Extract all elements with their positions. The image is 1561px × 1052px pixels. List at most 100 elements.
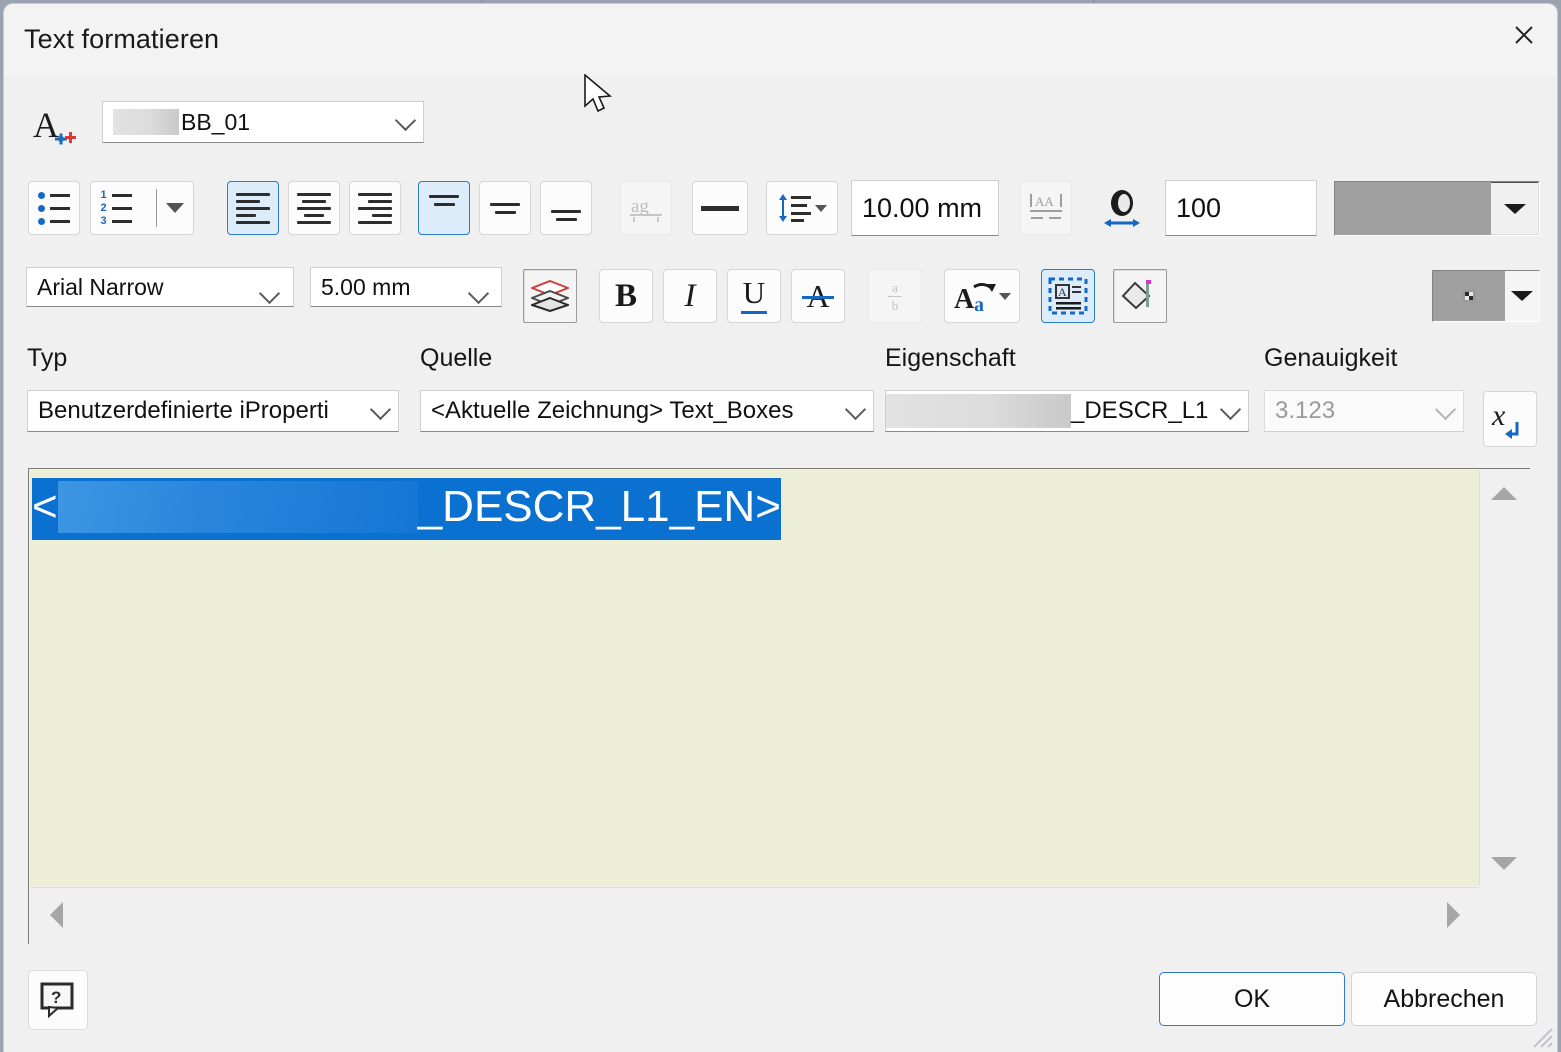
fill-color-button[interactable] (1113, 269, 1167, 323)
italic-label: I (684, 277, 696, 314)
numbered-list-button[interactable]: 1 2 3 (90, 181, 194, 235)
stack-layers-button[interactable] (523, 269, 577, 323)
scroll-right-arrow-icon[interactable] (1435, 888, 1471, 942)
change-case-icon: A a (954, 283, 996, 314)
baseline-icon: ag (630, 196, 662, 222)
fraction-bar-icon (888, 295, 902, 297)
change-case-button[interactable]: A a (944, 269, 1020, 323)
chevron-down-icon (844, 398, 867, 421)
svg-text:ag: ag (631, 196, 649, 217)
redacted-text (57, 481, 418, 533)
align-left-button[interactable] (227, 181, 279, 235)
quelle-label: Quelle (420, 344, 493, 372)
scroll-down-arrow-icon[interactable] (1480, 848, 1528, 878)
cancel-button[interactable]: Abbrechen (1351, 972, 1537, 1026)
text-stretch-button[interactable] (1096, 181, 1148, 235)
align-center-icon (297, 192, 331, 224)
character-spacing-button: AA (1020, 181, 1072, 235)
align-middle-button[interactable] (479, 181, 531, 235)
line-spacing-value-input[interactable]: 10.00 mm (851, 180, 999, 236)
bullet-list-button[interactable] (28, 181, 80, 235)
bold-label: B (614, 277, 637, 314)
typ-combo[interactable]: Benutzerdefinierte iProperti (27, 390, 399, 432)
page-title: Text formatieren (24, 24, 220, 54)
toolbar-divider (156, 189, 157, 227)
mouse-cursor (584, 74, 612, 113)
selected-text-token[interactable]: < _DESCR_L1_EN> (32, 478, 781, 540)
chevron-down-icon (394, 109, 417, 132)
text-style-icon: A (30, 102, 82, 150)
ok-button[interactable]: OK (1159, 972, 1345, 1026)
align-top-icon (429, 195, 459, 206)
help-button[interactable]: ? (28, 970, 88, 1030)
horizontal-line-icon (701, 205, 739, 211)
chevron-down-icon[interactable] (166, 203, 184, 213)
align-top-button[interactable] (418, 181, 470, 235)
text-stretch-input[interactable]: 100 (1165, 180, 1317, 236)
genauigkeit-value: 3.123 (1275, 397, 1336, 424)
svg-text:A: A (954, 284, 975, 314)
underline-button[interactable]: U (727, 269, 781, 323)
close-icon[interactable] (1491, 4, 1557, 66)
text-frame-button[interactable]: A (1041, 269, 1095, 323)
strikethrough-button[interactable]: A (791, 269, 845, 323)
insert-parameter-button[interactable]: x (1483, 391, 1537, 447)
character-spacing-icon: AA (1030, 194, 1062, 219)
fraction-button: a b (868, 269, 922, 323)
underline-label: U (742, 275, 766, 310)
pattern-swatch (1433, 271, 1505, 321)
chevron-down-icon[interactable] (998, 292, 1011, 300)
token-suffix: _DESCR_L1_EN> (417, 482, 781, 531)
underline-bar-icon (741, 311, 767, 314)
typ-value: Benutzerdefinierte iProperti (38, 397, 329, 424)
align-right-icon (358, 192, 392, 224)
text-baseline-button: ag (620, 181, 672, 235)
vertical-scrollbar[interactable] (1479, 470, 1528, 886)
chevron-down-icon (1505, 271, 1539, 321)
quelle-combo[interactable]: <Aktuelle Zeichnung> Text_Boxes (420, 390, 874, 432)
paint-bucket-icon (1121, 280, 1151, 310)
typ-label: Typ (27, 344, 68, 372)
italic-button[interactable]: I (663, 269, 717, 323)
text-style-value: BB_01 (181, 108, 251, 135)
svg-text:a: a (974, 294, 984, 314)
bullet-list-icon (38, 191, 70, 225)
align-center-button[interactable] (288, 181, 340, 235)
color-swatch (1335, 182, 1491, 235)
fill-pattern-combo (1432, 270, 1540, 322)
eigenschaft-label: Eigenschaft (885, 344, 1016, 372)
text-color-combo (1334, 181, 1540, 236)
svg-text:x: x (1491, 399, 1506, 432)
horizontal-scrollbar[interactable] (30, 887, 1479, 942)
text-editor-area[interactable]: < _DESCR_L1_EN> (30, 470, 1479, 886)
svg-text:A: A (1058, 285, 1067, 299)
line-spacing-button[interactable] (766, 181, 838, 235)
text-stretch-icon (1104, 190, 1140, 227)
genauigkeit-label: Genauigkeit (1264, 344, 1398, 372)
chevron-down-icon (369, 398, 392, 421)
align-bottom-button[interactable] (540, 181, 592, 235)
numbered-list-icon: 1 2 3 (100, 189, 132, 226)
text-format-dialog: Text formatieren A BB_01 1 2 3 ag 10.00 … (4, 4, 1557, 1052)
stack-layers-icon (531, 280, 569, 312)
align-bottom-icon (551, 210, 581, 221)
checker-icon (1462, 289, 1476, 303)
scroll-left-arrow-icon[interactable] (38, 888, 74, 942)
help-icon: ? (40, 982, 74, 1019)
eigenschaft-value: _DESCR_L1 (1071, 397, 1209, 424)
eigenschaft-combo[interactable]: _DESCR_L1 (885, 390, 1249, 432)
bold-button[interactable]: B (599, 269, 653, 323)
chevron-down-icon (1219, 398, 1242, 421)
dialog-title-bar: Text formatieren (4, 4, 1557, 76)
resize-grip[interactable] (1528, 1023, 1554, 1049)
align-right-button[interactable] (349, 181, 401, 235)
redacted-text (886, 394, 1071, 428)
chevron-down-icon[interactable] (815, 204, 827, 212)
scroll-up-arrow-icon[interactable] (1480, 478, 1528, 508)
insert-parameter-icon: x (1491, 399, 1519, 439)
font-family-combo[interactable]: Arial Narrow (26, 267, 294, 307)
horizontal-rule-button[interactable] (692, 181, 748, 235)
text-editor-frame: < _DESCR_L1_EN> (28, 468, 1530, 944)
text-style-combo[interactable]: BB_01 (102, 101, 424, 143)
chevron-down-icon (1491, 182, 1539, 235)
